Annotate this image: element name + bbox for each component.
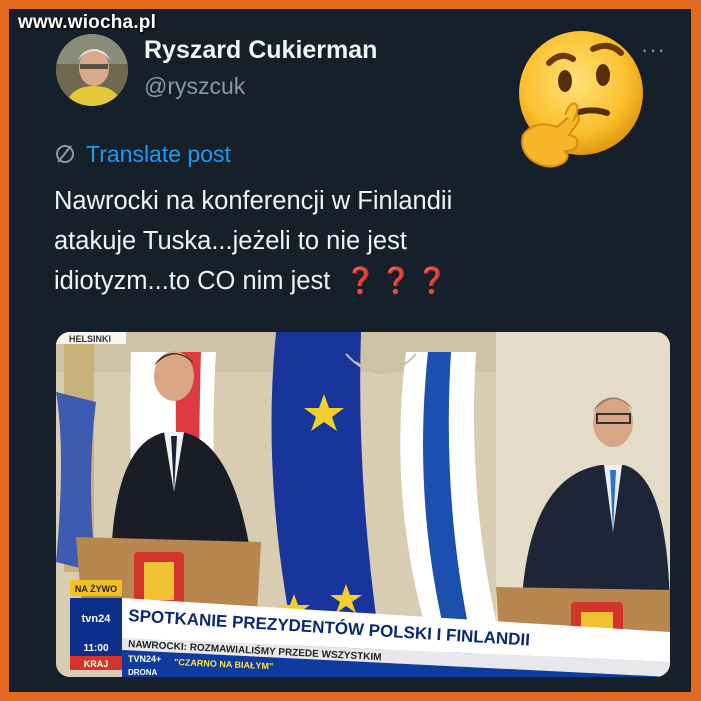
globe-slash-icon (56, 145, 74, 163)
tweet-line: atakuje Tuska...jeżeli to nie jest (54, 227, 407, 255)
avatar-photo (56, 34, 128, 106)
translate-post-link[interactable]: Translate post (54, 139, 231, 169)
tweet-line: idiotyzm...to CO nim jest ❓❓❓ (54, 261, 614, 301)
press-conference-photo: HELSINKI NA ŻYWO tvn24 SPOTKANIE PREZYDE… (56, 332, 670, 677)
site-watermark: www.wiocha.pl (18, 12, 157, 33)
tweet-line-text: idiotyzm...to CO nim jest (54, 267, 331, 295)
thinking-face-icon (519, 31, 643, 168)
tweet-line: Nawrocki na konferencji w Finlandii (54, 187, 453, 215)
tweet-media[interactable]: HELSINKI NA ŻYWO tvn24 SPOTKANIE PREZYDE… (56, 332, 670, 677)
question-marks: ❓❓❓ (344, 267, 452, 295)
ticker-channel: TVN24+ (128, 654, 161, 664)
tweet-card: Ryszard Cukierman @ryszcuk ··· Translate… (9, 9, 691, 692)
tweet-text: Nawrocki na konferencji w Finlandii atak… (54, 181, 614, 301)
translate-label: Translate post (86, 140, 231, 167)
broadcast-time: 11:00 (83, 643, 108, 654)
display-name[interactable]: Ryszard Cukierman (144, 36, 377, 65)
ticker-section: KRAJ (84, 659, 109, 669)
outer-frame: Ryszard Cukierman @ryszcuk ··· Translate… (0, 0, 701, 701)
live-badge: NA ŻYWO (75, 584, 117, 594)
avatar[interactable] (56, 34, 128, 106)
ticker-text-2: DRONA (128, 668, 158, 677)
channel-logo: tvn24 (82, 613, 112, 625)
location-label: HELSINKI (69, 334, 111, 344)
user-handle[interactable]: @ryszcuk (144, 73, 245, 100)
